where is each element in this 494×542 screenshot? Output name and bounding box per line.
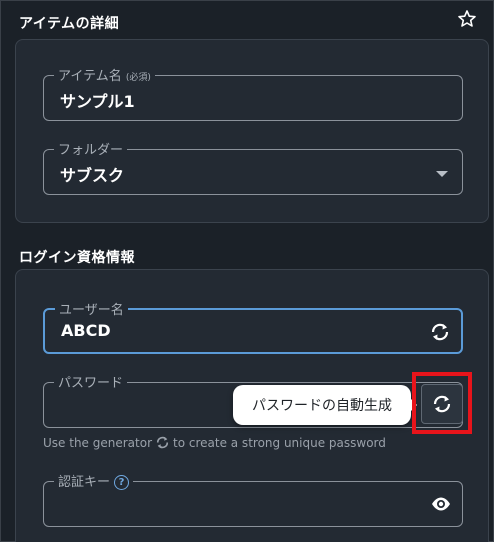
item-name-field[interactable]: アイテム名 (必須) サンプル1: [43, 65, 463, 121]
login-credentials-heading: ログイン資格情報: [19, 250, 135, 266]
star-icon[interactable]: [457, 9, 477, 29]
chevron-down-icon: [436, 171, 448, 177]
username-field[interactable]: ユーザー名 ABCD: [43, 299, 463, 354]
folder-value: サブスク: [60, 166, 125, 185]
item-details-heading: アイテムの詳細: [19, 16, 120, 32]
generate-password-tooltip: パスワードの自動生成: [233, 385, 417, 425]
item-name-value: サンプル1: [60, 92, 135, 111]
password-helper-text: Use the generator to create a strong uni…: [43, 435, 386, 450]
username-label: ユーザー名: [55, 299, 128, 318]
question-icon[interactable]: ?: [114, 475, 130, 490]
username-value: ABCD: [61, 321, 111, 340]
eye-icon[interactable]: [428, 491, 454, 517]
red-highlight-box: [412, 372, 472, 434]
auth-key-field[interactable]: 認証キー?: [43, 471, 463, 527]
generator-icon: [156, 436, 169, 449]
password-label: パスワード: [54, 372, 128, 391]
auth-key-label: 認証キー?: [54, 471, 134, 490]
item-name-label: アイテム名 (必須): [54, 65, 155, 84]
folder-label: フォルダー: [54, 139, 128, 158]
item-edit-panel: アイテムの詳細 アイテム名 (必須) サンプル1 フォルダー サブスク ログイン…: [0, 0, 494, 542]
folder-select[interactable]: フォルダー サブスク: [43, 139, 463, 195]
generate-username-icon[interactable]: [427, 319, 453, 345]
